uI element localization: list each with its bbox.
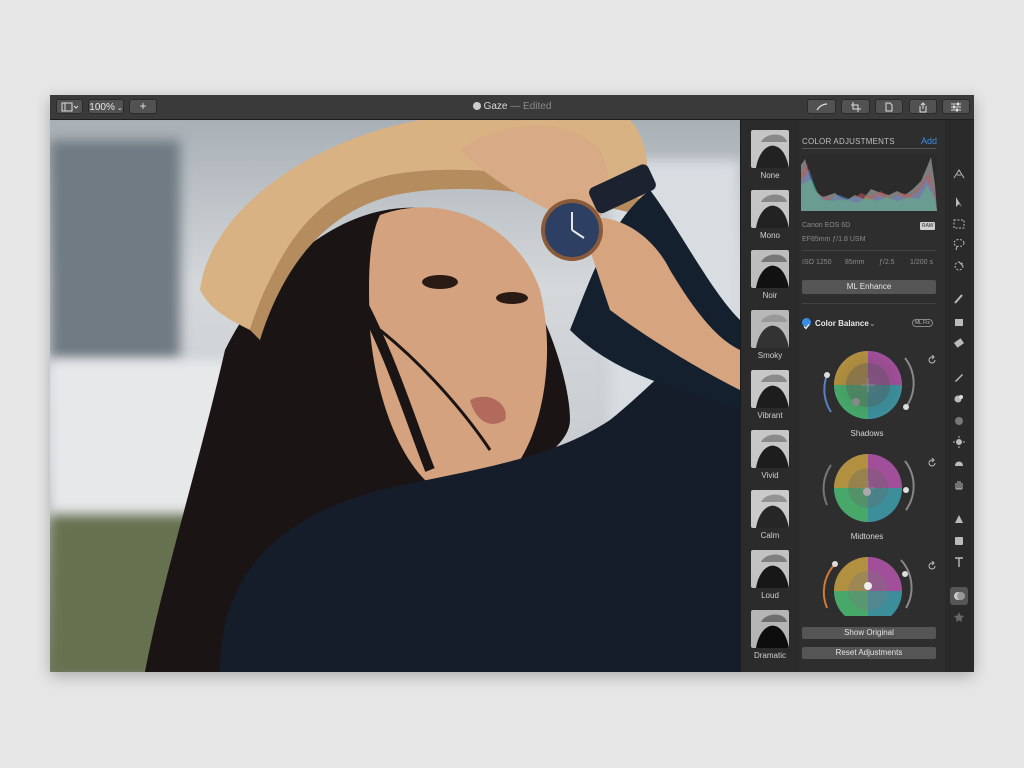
preset-label: Loud <box>761 591 779 600</box>
preset-none[interactable]: None <box>751 130 789 180</box>
add-adjustment-link[interactable]: Add <box>921 136 937 146</box>
color-adjustments-panel: COLOR ADJUSTMENTS Add Canon EOS 6D RAW E… <box>799 120 945 672</box>
preset-thumbnail <box>751 550 789 588</box>
repair-icon[interactable] <box>952 167 966 181</box>
adjustments-button[interactable] <box>942 99 970 114</box>
preset-vivid[interactable]: Vivid <box>751 430 789 480</box>
presets-sidebar: None Mono Noir Smoky Vibrant Vivid Calm <box>740 120 801 672</box>
camera-model: Canon EOS 6D <box>802 222 851 229</box>
panel-title: COLOR ADJUSTMENTS <box>802 137 895 146</box>
share-icon <box>919 102 927 113</box>
lens-info: EF85mm ƒ/1.8 USM <box>802 236 866 243</box>
preset-label: Noir <box>762 291 778 300</box>
raw-badge: RAW <box>920 222 936 230</box>
highlights-color-wheel[interactable] <box>813 548 923 618</box>
preset-label: Mono <box>759 231 780 240</box>
preset-thumbnail <box>751 430 789 468</box>
edited-status: — Edited <box>510 101 552 112</box>
clone-icon[interactable] <box>952 392 966 406</box>
preset-label: Vibrant <box>757 411 783 420</box>
sliders-icon <box>951 102 961 112</box>
adjust-tool-button[interactable] <box>950 587 968 605</box>
reset-adjustments-button[interactable]: Reset Adjustments <box>802 647 936 659</box>
panel-divider <box>802 148 936 149</box>
preset-thumbnail <box>751 130 789 168</box>
marquee-icon[interactable] <box>952 217 966 231</box>
preset-dramatic[interactable]: Dramatic <box>751 610 789 660</box>
reset-icon[interactable] <box>927 458 937 468</box>
quick-select-icon[interactable] <box>952 259 966 273</box>
share-button[interactable] <box>909 99 937 114</box>
text-icon[interactable] <box>952 555 966 569</box>
shutter-speed: 1/200 s <box>910 259 933 266</box>
checkmark-icon[interactable] <box>802 318 811 330</box>
favorite-icon[interactable] <box>952 610 966 624</box>
shadows-color-wheel[interactable] <box>813 342 923 428</box>
rectangle-icon[interactable] <box>952 534 966 548</box>
portrait-photo <box>145 120 740 672</box>
blur-icon[interactable] <box>952 414 966 428</box>
adjust-icon <box>954 592 965 600</box>
color-balance-label[interactable]: Color Balance <box>815 319 869 328</box>
histogram <box>801 155 937 211</box>
section-divider <box>802 303 936 304</box>
preset-thumbnail <box>751 310 789 348</box>
preset-thumbnail <box>751 370 789 408</box>
tools-button[interactable] <box>807 99 836 114</box>
preset-mono[interactable]: Mono <box>751 190 789 240</box>
document-icon <box>472 102 481 110</box>
midtones-label: Midtones <box>850 532 884 541</box>
eraser-icon[interactable] <box>952 336 966 350</box>
document-button[interactable] <box>875 99 903 114</box>
preset-thumbnail <box>751 490 789 528</box>
app-window: 100% ⌄ + Gaze — Edited None Mono Noir Sm… <box>50 95 974 672</box>
crop-icon <box>850 102 861 112</box>
file-icon <box>885 102 893 112</box>
hand-icon[interactable] <box>952 477 966 491</box>
brush-stroke-icon <box>815 103 827 111</box>
document-name: Gaze <box>483 101 508 112</box>
preset-label: Smoky <box>757 351 783 360</box>
preset-label: Vivid <box>761 471 779 480</box>
ml-enhance-button[interactable]: ML Enhance <box>802 280 936 294</box>
preset-vibrant[interactable]: Vibrant <box>751 370 789 420</box>
chevron-down-icon[interactable]: ⌄ <box>869 319 876 328</box>
reset-icon[interactable] <box>927 355 937 365</box>
pen-icon[interactable] <box>952 512 966 526</box>
preset-loud[interactable]: Loud <box>751 550 789 600</box>
light-icon[interactable] <box>952 435 966 449</box>
preset-thumbnail <box>751 250 789 288</box>
preset-label: None <box>760 171 780 180</box>
photo-canvas[interactable] <box>50 120 740 672</box>
preset-noir[interactable]: Noir <box>751 250 789 300</box>
iso-value: ISO 1250 <box>802 259 832 266</box>
preset-calm[interactable]: Calm <box>751 490 789 540</box>
aperture-value: ƒ/2.5 <box>879 259 895 266</box>
focal-length: 85mm <box>845 259 865 266</box>
bucket-icon[interactable] <box>952 315 966 329</box>
crop-button[interactable] <box>841 99 870 114</box>
preset-label: Calm <box>760 531 780 540</box>
title-bar: 100% ⌄ + Gaze — Edited <box>50 95 974 120</box>
preset-label: Dramatic <box>753 651 786 660</box>
preset-smoky[interactable]: Smoky <box>751 310 789 360</box>
preset-thumbnail <box>751 610 789 648</box>
midtones-color-wheel[interactable] <box>813 445 923 531</box>
tool-strip <box>945 120 974 672</box>
reset-icon[interactable] <box>927 561 937 571</box>
bottom-button-area <box>799 616 945 672</box>
show-original-button[interactable]: Show Original <box>802 627 936 639</box>
select-icon[interactable] <box>952 195 966 209</box>
shadows-label: Shadows <box>850 429 884 438</box>
pencil-icon[interactable] <box>952 370 966 384</box>
ml-fix-button[interactable]: ML Fix <box>912 319 933 327</box>
preset-thumbnail <box>751 190 789 228</box>
shape-icon[interactable] <box>952 456 966 470</box>
brush-icon[interactable] <box>952 292 966 306</box>
exif-divider <box>802 250 936 251</box>
lasso-icon[interactable] <box>952 237 966 251</box>
